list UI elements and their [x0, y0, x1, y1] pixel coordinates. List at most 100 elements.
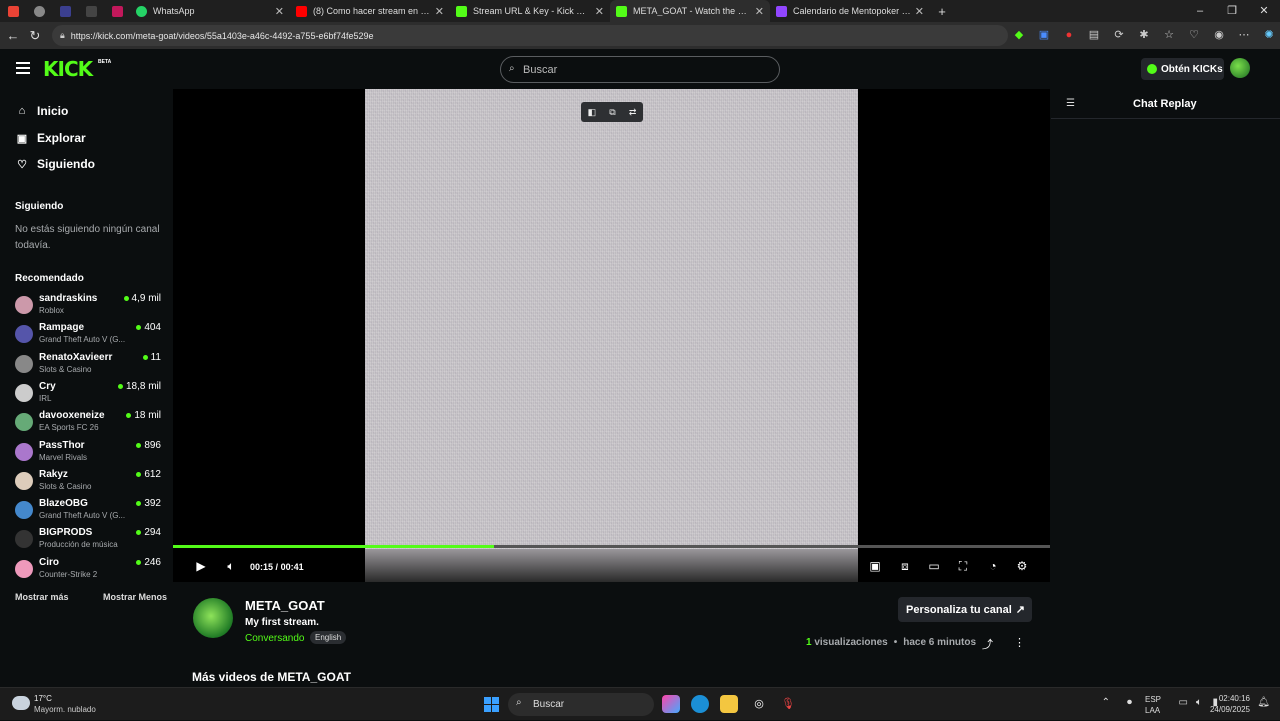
more-options-icon[interactable]: ⋮ — [1014, 636, 1025, 649]
recommended-channel-item[interactable]: Rampage Grand Theft Auto V (G... 404 — [15, 322, 161, 348]
back-icon[interactable]: ← — [2, 28, 24, 43]
restore-icon[interactable]: ❐ — [1216, 0, 1248, 22]
capture-icon[interactable]: ⧉ — [609, 107, 615, 118]
tab-whatsapp[interactable]: WhatsApp ✕ — [130, 0, 290, 22]
tab-label: (8) Como hacer stream en kick 20 — [313, 6, 431, 16]
show-less-link[interactable]: Mostrar Menos — [103, 592, 167, 602]
collapse-chat-icon[interactable]: ☰ — [1066, 98, 1075, 109]
category-link[interactable]: Conversando — [245, 633, 304, 644]
viewer-count-value: 11 — [150, 351, 161, 363]
close-icon[interactable]: ✕ — [275, 5, 284, 18]
cloudy-weather-icon[interactable] — [12, 696, 30, 710]
keyboard-layout[interactable]: LAA — [1145, 706, 1160, 715]
pip-overlay-icon[interactable]: ◧ — [588, 107, 597, 118]
close-window-icon[interactable]: ✕ — [1248, 0, 1280, 22]
customize-channel-button[interactable]: Personaliza tu canal ↗ — [898, 597, 1032, 622]
sidebar-item-explorar[interactable]: ▣ Explorar — [16, 131, 86, 145]
recommended-channel-item[interactable]: BIGPRODS Producción de música 294 — [15, 527, 161, 553]
theater-mode-icon[interactable]: ▭ — [926, 559, 942, 573]
close-icon[interactable]: ✕ — [595, 5, 604, 18]
refresh-extension-icon[interactable]: ⟳ — [1110, 26, 1128, 44]
profile-icon[interactable]: ◉ — [1210, 26, 1228, 44]
network-icon[interactable]: ▭ — [1179, 697, 1188, 708]
sidebar-item-inicio[interactable]: ⌂ Inicio — [16, 104, 69, 118]
user-avatar[interactable] — [1230, 58, 1250, 78]
menu-icon[interactable] — [16, 62, 30, 74]
tab-kick-dashboard[interactable]: Stream URL & Key - Kick Dashboa ✕ — [450, 0, 610, 22]
tab-youtube[interactable]: (8) Como hacer stream en kick 20 ✕ — [290, 0, 450, 22]
tab-pinned-3[interactable] — [52, 0, 78, 22]
speaker-icon[interactable]: 🔈︎ — [1196, 697, 1202, 708]
extension-icons: ◆ ▣ ● ▤ ⟳ ✱ ☆ ♡ ◉ ⋯ ✺ — [1010, 26, 1278, 44]
chevron-up-icon[interactable]: ⌃ — [1102, 697, 1110, 708]
tab-twitch[interactable]: Calendario de Mentopoker - Twit ✕ — [770, 0, 930, 22]
volume-icon[interactable]: 🔈︎ — [223, 559, 239, 574]
start-icon[interactable] — [484, 697, 499, 712]
app-icon — [85, 5, 97, 17]
url-field[interactable]: 🔒︎ https://kick.com/meta-goat/videos/55a… — [52, 25, 1008, 46]
recommended-channel-item[interactable]: sandraskins Roblox 4,9 mil — [15, 293, 161, 319]
recommended-channel-item[interactable]: Cry IRL 18,8 mil — [15, 381, 161, 407]
taskbar-search[interactable]: ⌕ Buscar — [508, 693, 654, 716]
edge-icon[interactable] — [691, 695, 709, 713]
translate-icon[interactable]: ▣ — [1035, 26, 1053, 44]
recommended-channel-item[interactable]: RenatoXavieerr Slots & Casino 11 — [15, 352, 161, 378]
close-icon[interactable]: ✕ — [755, 5, 764, 18]
new-tab-button[interactable]: + — [930, 0, 954, 22]
close-icon[interactable]: ✕ — [915, 5, 924, 18]
tab-pinned-5[interactable] — [104, 0, 130, 22]
recommended-channel-item[interactable]: davooxeneize EA Sports FC 26 18 mil — [15, 410, 161, 436]
tab-label: WhatsApp — [153, 6, 195, 16]
more-icon[interactable]: ⋯ — [1235, 26, 1253, 44]
progress-bar[interactable] — [173, 545, 1050, 548]
search-input[interactable]: ⌕ Buscar — [500, 56, 780, 83]
heart-extension-icon[interactable]: ♡ — [1185, 26, 1203, 44]
settings-icon[interactable]: ⚙ — [1014, 559, 1030, 573]
reload-icon[interactable]: ↻ — [24, 28, 46, 44]
fullscreen-icon[interactable]: ⛶ — [955, 559, 971, 574]
favorites-icon[interactable]: ☆ — [1160, 26, 1178, 44]
minimize-icon[interactable]: – — [1184, 0, 1216, 22]
extensions-icon[interactable]: ✱ — [1135, 26, 1153, 44]
play-icon[interactable]: ▶ — [193, 559, 209, 573]
language-indicator[interactable]: ESP — [1145, 695, 1161, 704]
extension-icon[interactable]: ▤ — [1085, 26, 1103, 44]
close-icon[interactable]: ✕ — [435, 5, 444, 18]
tab-meta-goat[interactable]: META_GOAT - Watch the VOD on ✕ — [610, 0, 770, 22]
recommended-heading: Recomendado — [15, 273, 84, 284]
obs-icon[interactable]: ◎ — [750, 695, 768, 713]
copilot-app-icon[interactable] — [662, 695, 680, 713]
mic-tray-icon[interactable]: ⏺ — [1127, 697, 1132, 708]
kick-logo[interactable]: KICK — [43, 57, 93, 81]
tab-pinned-2[interactable] — [26, 0, 52, 22]
channel-avatar[interactable] — [193, 598, 233, 638]
video-frame[interactable] — [365, 89, 858, 549]
recommended-channel-item[interactable]: BlazeOBG Grand Theft Auto V (G... 392 — [15, 498, 161, 524]
clock-time[interactable]: 02:40:16 — [1219, 694, 1250, 703]
live-dot-icon — [136, 530, 142, 536]
recommended-channel-item[interactable]: Rakyz Slots & Casino 612 — [15, 469, 161, 495]
file-explorer-icon[interactable] — [720, 695, 738, 713]
notification-icon[interactable]: 🔔︎ — [1257, 697, 1270, 708]
channel-name[interactable]: META_GOAT — [245, 598, 325, 613]
pip-icon[interactable]: ▣ — [867, 559, 883, 573]
clip-icon[interactable]: ⧈ — [897, 559, 913, 574]
translate-overlay-icon[interactable]: ⇄ — [629, 107, 637, 118]
playback-speed-icon[interactable]: ◔ — [985, 559, 1001, 573]
extension-icon[interactable]: ◆ — [1010, 26, 1028, 44]
recommended-channel-item[interactable]: PassThor Marvel Rivals 896 — [15, 440, 161, 466]
sidebar-item-siguiendo[interactable]: ♡ Siguiendo — [16, 157, 95, 171]
clock-date[interactable]: 24/09/2025 — [1210, 705, 1250, 714]
recommended-channel-item[interactable]: Ciro Counter-Strike 2 246 — [15, 557, 161, 583]
video-player[interactable]: ◧ ⧉ ⇄ ▶ 🔈︎ 00:15 / 00:41 ▣ ⧈ ▭ ⛶ ◔ ⚙ — [173, 89, 1050, 582]
tab-pinned-4[interactable] — [78, 0, 104, 22]
extension-icon[interactable]: ● — [1060, 26, 1078, 44]
share-icon[interactable]: ⤴ — [982, 636, 993, 652]
copilot-icon[interactable]: ✺ — [1260, 26, 1278, 44]
show-more-link[interactable]: Mostrar más — [15, 592, 69, 602]
chat-panel: ☰ Chat Replay — [1051, 89, 1280, 687]
viewer-count-value: 404 — [144, 322, 161, 334]
tab-gmail[interactable] — [0, 0, 26, 22]
get-kicks-button[interactable]: Obtén KICKs — [1141, 58, 1224, 80]
microphone-icon[interactable]: 🎙︎ — [779, 695, 797, 713]
